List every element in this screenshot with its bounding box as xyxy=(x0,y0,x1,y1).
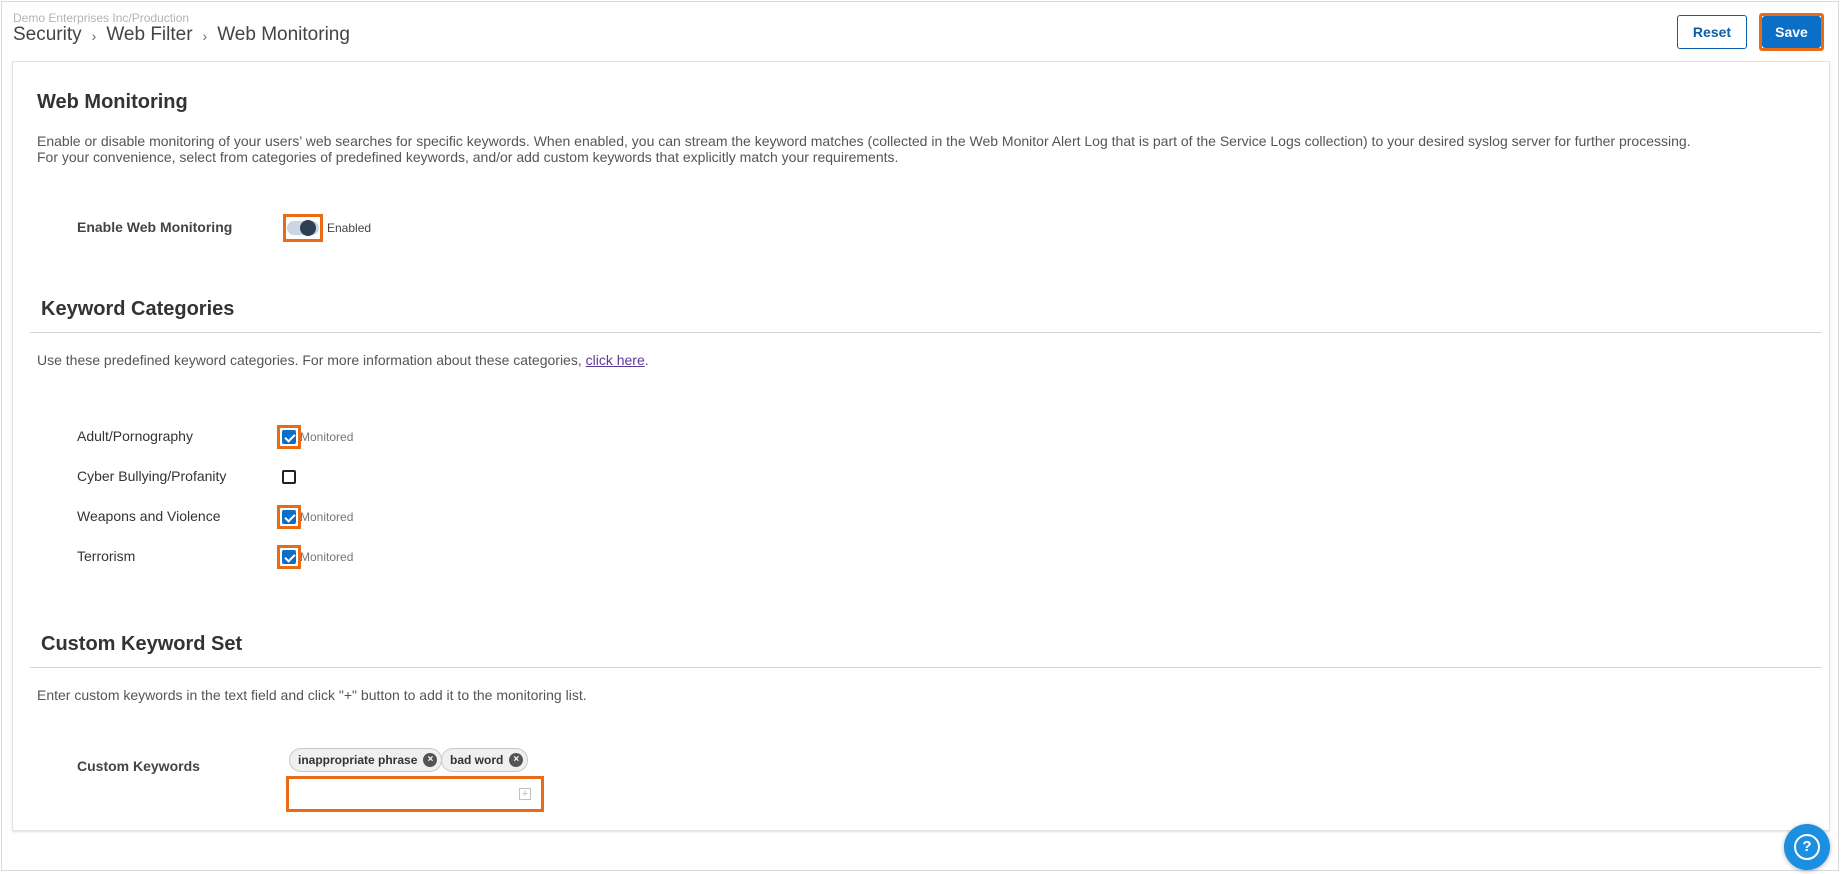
category-checkbox-cyber-bullying[interactable] xyxy=(282,470,296,484)
keyword-chip: bad word × xyxy=(441,748,529,772)
category-label-cyber-bullying: Cyber Bullying/Profanity xyxy=(77,468,227,484)
section-title-keyword-categories: Keyword Categories xyxy=(41,298,235,320)
question-icon: ? xyxy=(1794,834,1820,860)
chevron-right-icon: › xyxy=(91,28,97,44)
remove-chip-icon[interactable]: × xyxy=(509,753,524,767)
chevron-right-icon: › xyxy=(202,28,208,44)
category-label-weapons: Weapons and Violence xyxy=(77,508,221,524)
category-checkbox-weapons[interactable] xyxy=(282,510,296,524)
keyword-categories-description: Use these predefined keyword categories.… xyxy=(37,352,649,368)
category-status-terrorism: Monitored xyxy=(300,550,354,564)
divider xyxy=(30,667,1822,668)
toggle-knob[interactable] xyxy=(300,220,316,236)
save-button[interactable]: Save xyxy=(1762,16,1821,48)
category-status-weapons: Monitored xyxy=(300,510,354,524)
category-checkbox-adult[interactable] xyxy=(282,430,296,444)
help-button[interactable]: ? xyxy=(1784,824,1830,870)
category-label-terrorism: Terrorism xyxy=(77,548,136,564)
add-keyword-icon[interactable]: + xyxy=(519,788,531,800)
section-title-custom-keyword-set: Custom Keyword Set xyxy=(41,633,243,655)
web-monitoring-description-2: For your convenience, select from catego… xyxy=(37,149,899,165)
breadcrumb-web-monitoring: Web Monitoring xyxy=(217,24,350,45)
divider xyxy=(30,332,1822,333)
breadcrumb-web-filter[interactable]: Web Filter xyxy=(106,24,192,46)
enable-web-monitoring-label: Enable Web Monitoring xyxy=(77,219,233,235)
reset-button[interactable]: Reset xyxy=(1677,15,1747,49)
breadcrumb: Security › Web Filter › Web Monitoring xyxy=(13,24,350,46)
custom-keyword-input[interactable] xyxy=(291,781,543,809)
remove-chip-icon[interactable]: × xyxy=(423,753,438,767)
breadcrumb-security[interactable]: Security xyxy=(13,24,82,46)
keyword-chip-label: bad word xyxy=(450,753,504,767)
click-here-link[interactable]: click here xyxy=(586,352,645,368)
category-label-adult: Adult/Pornography xyxy=(77,428,193,444)
keyword-chip: inappropriate phrase × xyxy=(289,748,443,772)
web-monitoring-description-1: Enable or disable monitoring of your use… xyxy=(37,133,1691,149)
keyword-chip-label: inappropriate phrase xyxy=(298,753,418,767)
custom-keywords-label: Custom Keywords xyxy=(77,758,200,774)
section-title-web-monitoring: Web Monitoring xyxy=(37,91,188,113)
toggle-status-text: Enabled xyxy=(327,221,372,235)
category-status-adult: Monitored xyxy=(300,430,354,444)
category-checkbox-terrorism[interactable] xyxy=(282,550,296,564)
custom-keywords-description: Enter custom keywords in the text field … xyxy=(37,687,587,703)
org-path: Demo Enterprises Inc/Production xyxy=(13,11,190,25)
